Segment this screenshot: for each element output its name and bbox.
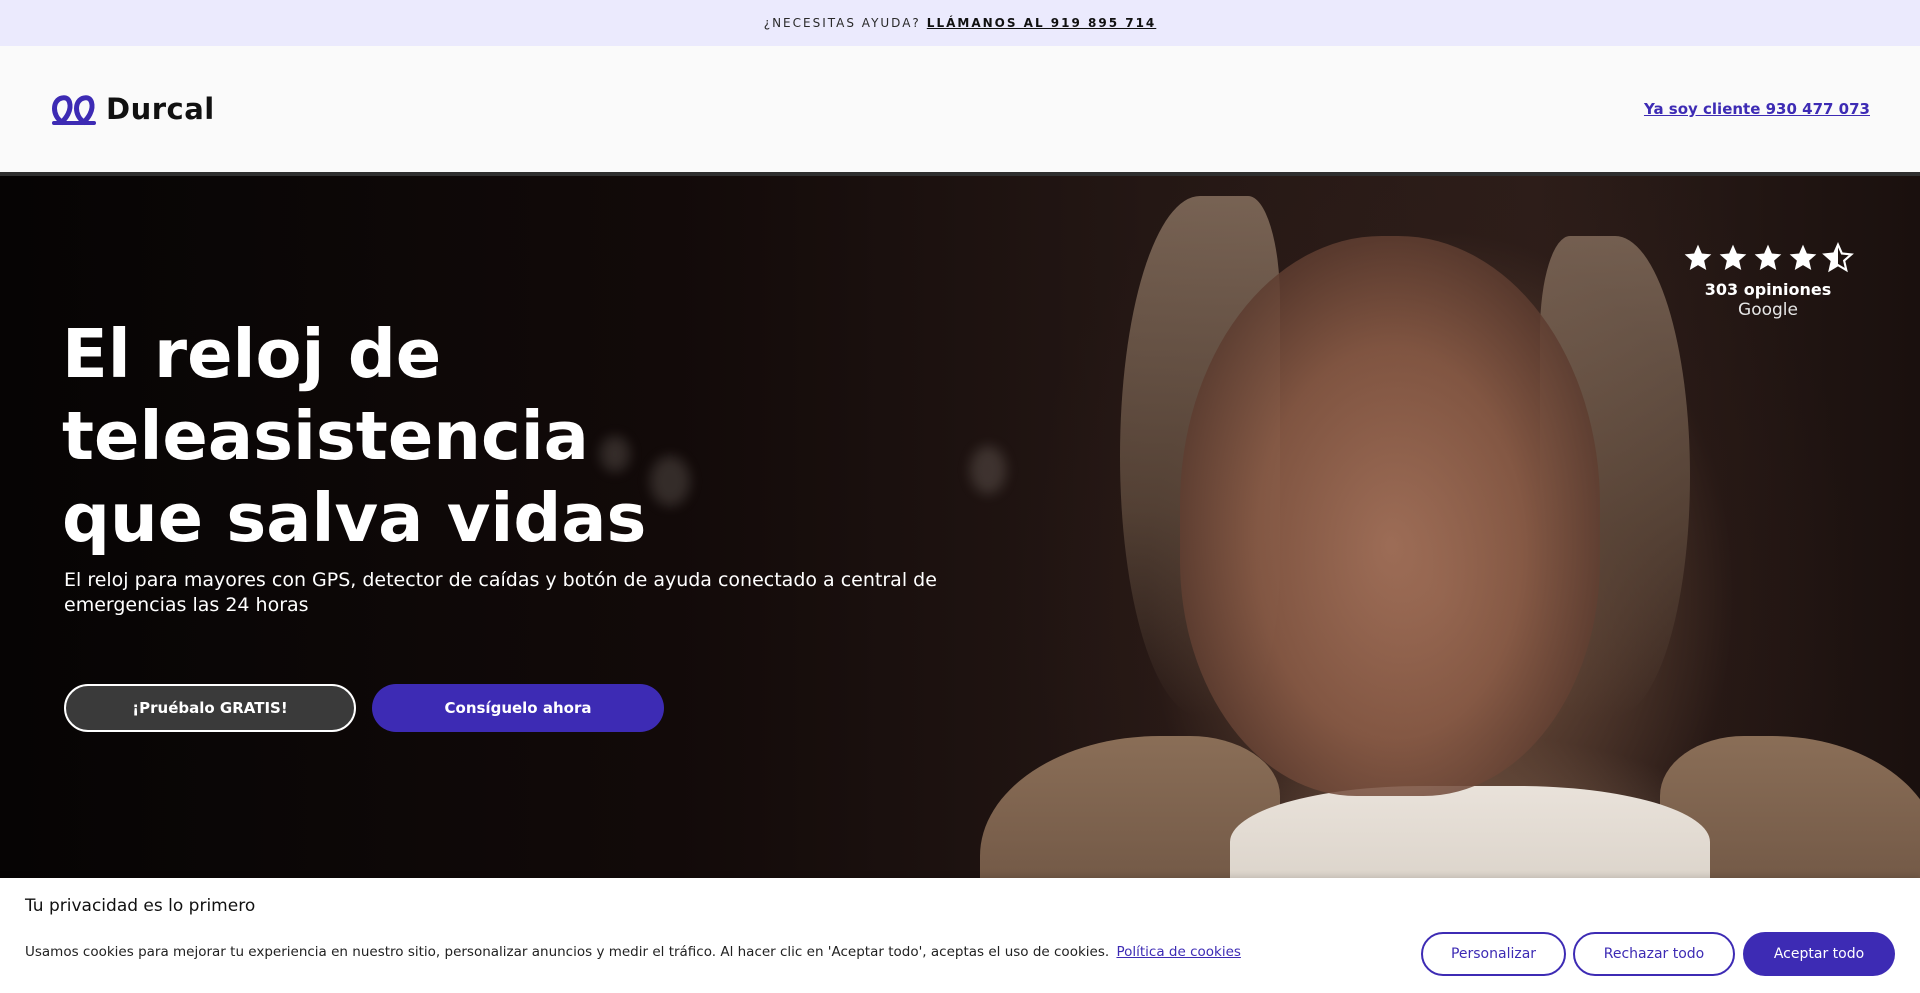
google-rating[interactable]: 303 opiniones Google (1680, 242, 1856, 320)
try-free-button[interactable]: ¡Pruébalo GRATIS! (64, 684, 356, 732)
hero-subtitle: El reloj para mayores con GPS, detector … (64, 569, 937, 616)
rating-source: Google (1738, 300, 1798, 320)
hero-photo-shirt (1230, 786, 1710, 878)
cookie-description: Usamos cookies para mejorar tu experienc… (25, 944, 1110, 960)
star-icon (1789, 244, 1817, 270)
cookie-title: Tu privacidad es lo primero (25, 896, 256, 916)
hero-photo-face (1180, 236, 1600, 796)
cookie-text: Usamos cookies para mejorar tu experienc… (25, 944, 1241, 960)
hero-section: El reloj de teleasistencia que salva vid… (0, 176, 1920, 878)
existing-client-link[interactable]: Ya soy cliente 930 477 073 (1644, 100, 1870, 118)
hero-title-line: que salva vidas (62, 479, 647, 557)
cookie-policy-link[interactable]: Política de cookies (1116, 944, 1240, 960)
help-question: ¿NECESITAS AYUDA? (763, 16, 921, 30)
get-it-now-button[interactable]: Consíguelo ahora (372, 684, 664, 732)
star-icon (1719, 244, 1747, 270)
star-half-icon (1822, 242, 1854, 273)
hero-title: El reloj de teleasistencia que salva vid… (62, 313, 822, 559)
rating-stars (1682, 242, 1854, 274)
site-header: Durcal Ya soy cliente 930 477 073 (0, 46, 1920, 176)
brand-name: Durcal (106, 92, 215, 126)
call-phone-link[interactable]: LLÁMANOS AL 919 895 714 (927, 16, 1157, 30)
accept-all-button[interactable]: Aceptar todo (1743, 932, 1895, 976)
star-icon (1684, 244, 1712, 270)
brand-logo[interactable]: Durcal (50, 92, 215, 126)
help-topbar: ¿NECESITAS AYUDA? LLÁMANOS AL 919 895 71… (0, 0, 1920, 46)
reject-all-button[interactable]: Rechazar todo (1573, 932, 1735, 976)
hero-title-line: El reloj de (62, 315, 442, 393)
hero-title-line: teleasistencia (62, 397, 589, 475)
customize-cookies-button[interactable]: Personalizar (1421, 932, 1566, 976)
durcal-logo-icon (52, 95, 96, 126)
rating-count: 303 opiniones (1704, 280, 1832, 299)
cookie-banner: Tu privacidad es lo primero Usamos cooki… (0, 878, 1920, 993)
bokeh-light (970, 446, 1006, 494)
star-icon (1754, 244, 1782, 270)
